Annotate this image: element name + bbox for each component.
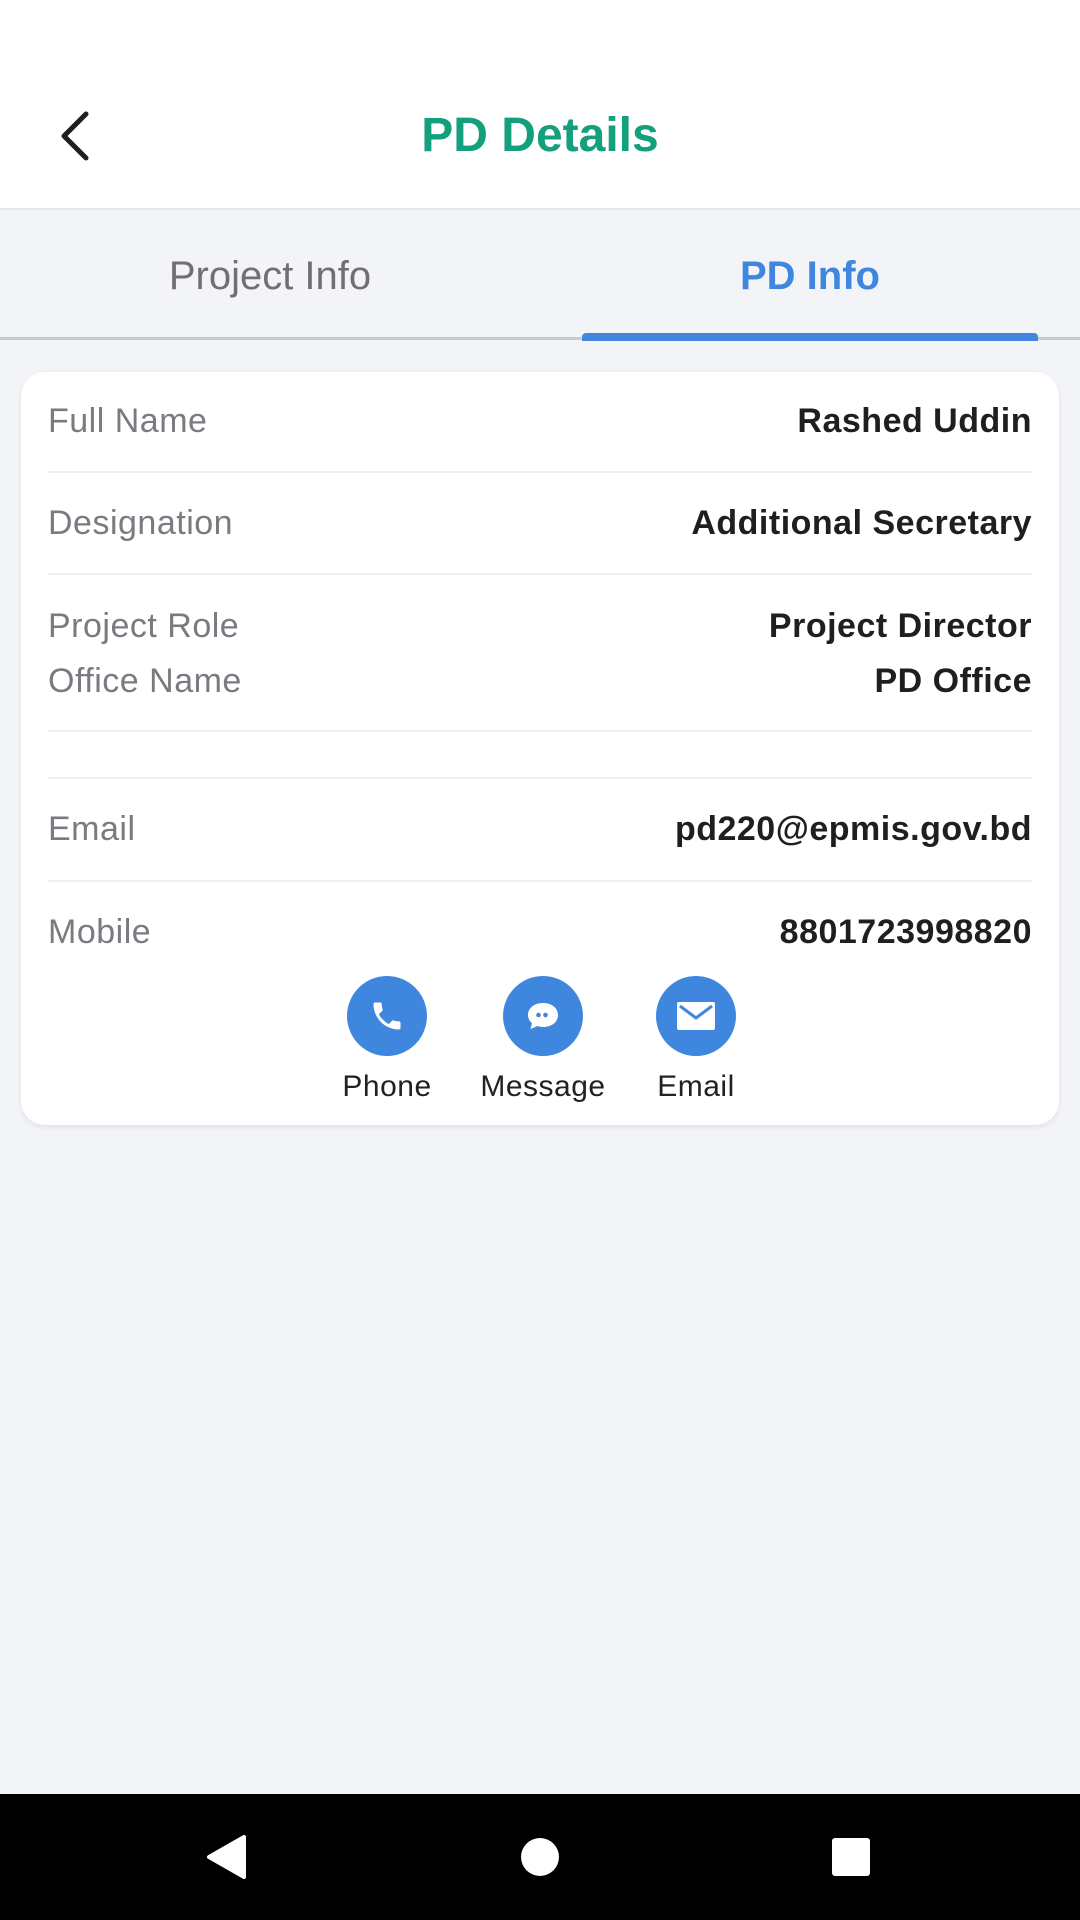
phone-icon <box>373 1002 401 1030</box>
email-label: Email <box>48 810 136 848</box>
email-action-button[interactable]: Email <box>626 976 766 1104</box>
phone-action-button[interactable]: Phone <box>317 976 457 1104</box>
back-triangle-icon <box>207 1835 246 1879</box>
recents-square-icon <box>832 1838 870 1876</box>
office-name-label: Office Name <box>48 662 242 700</box>
project-role-label: Project Role <box>48 607 240 645</box>
divider <box>48 880 1032 882</box>
message-action-label: Message <box>480 1070 606 1103</box>
tab-bar: Project Info PD Info <box>0 212 1080 340</box>
full-name-value: Rashed Uddin <box>797 402 1032 440</box>
phone-action-label: Phone <box>342 1070 432 1103</box>
message-action-button[interactable]: Message <box>473 976 613 1104</box>
pd-details-card: Full Name Rashed Uddin Designation Addit… <box>21 372 1059 1125</box>
system-recents-button[interactable] <box>791 1794 911 1920</box>
home-circle-icon <box>521 1838 559 1876</box>
office-name-value: PD Office <box>874 662 1032 700</box>
designation-label: Designation <box>48 504 234 542</box>
mobile-value: 8801723998820 <box>779 913 1032 951</box>
phone-action-circle[interactable] <box>347 976 427 1056</box>
email-value: pd220@epmis.gov.bd <box>674 810 1032 848</box>
email-action-circle[interactable] <box>656 976 736 1056</box>
app-bar: PD Details <box>0 0 1080 210</box>
mobile-label: Mobile <box>48 913 152 951</box>
designation-value: Additional Secretary <box>691 504 1032 542</box>
full-name-label: Full Name <box>48 402 208 440</box>
project-role-value: Project Director <box>768 607 1032 645</box>
system-navigation-bar <box>0 1794 1080 1920</box>
divider <box>48 730 1032 732</box>
page-title: PD Details <box>421 109 659 162</box>
tab-selected-indicator <box>582 333 1038 341</box>
divider <box>48 573 1032 575</box>
email-action-label: Email <box>657 1070 735 1103</box>
screen: PD Details Project Info PD Info Full Nam… <box>0 0 1080 1920</box>
tab-pd-info[interactable]: PD Info <box>540 212 1080 340</box>
divider <box>48 777 1032 779</box>
mail-icon <box>677 1002 715 1030</box>
system-back-button[interactable] <box>166 1794 286 1920</box>
tab-project-info[interactable]: Project Info <box>0 212 540 340</box>
system-home-button[interactable] <box>480 1794 600 1920</box>
divider <box>48 471 1032 473</box>
message-icon <box>528 1003 558 1029</box>
message-action-circle[interactable] <box>503 976 583 1056</box>
